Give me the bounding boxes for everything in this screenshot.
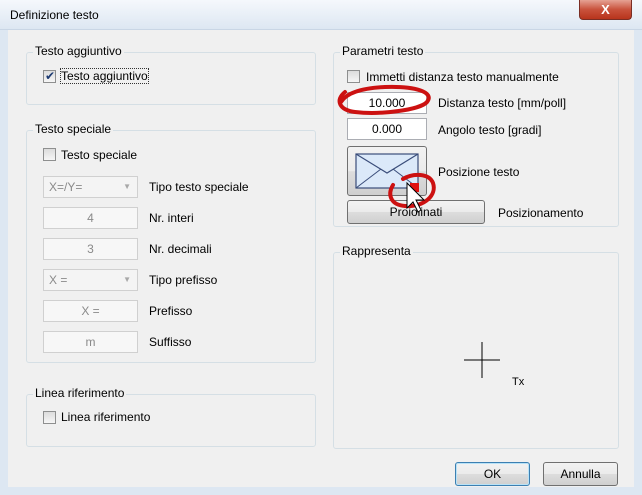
tipo-testo-speciale-value: X=/Y= — [49, 180, 83, 194]
tipo-prefisso-value: X = — [49, 273, 68, 287]
tipo-prefisso-select[interactable]: X = ▼ — [43, 269, 138, 291]
testo-aggiuntivo-label: Testo aggiuntivo — [60, 68, 149, 84]
nr-decimali-label: Nr. decimali — [149, 242, 212, 256]
posizionamento-label: Posizionamento — [498, 206, 584, 220]
nr-interi-field[interactable]: 4 — [43, 207, 138, 229]
testo-speciale-label: Testo speciale — [61, 148, 138, 162]
group-title-testo-speciale: Testo speciale — [33, 122, 114, 136]
testo-speciale-checkbox[interactable] — [43, 148, 56, 161]
linea-riferimento-label: Linea riferimento — [61, 410, 151, 424]
ok-button[interactable]: OK — [455, 462, 530, 486]
cancel-button[interactable]: Annulla — [543, 462, 618, 486]
window-frame-left — [0, 30, 8, 495]
group-title-linea-riferimento: Linea riferimento — [33, 386, 127, 400]
preview-text: Tx — [512, 376, 525, 388]
prefisso-field[interactable]: X = — [43, 300, 138, 322]
group-title-testo-aggiuntivo: Testo aggiuntivo — [33, 44, 124, 58]
tipo-testo-speciale-label: Tipo testo speciale — [149, 180, 249, 194]
crosshair-icon — [464, 342, 500, 378]
close-button[interactable]: X — [579, 0, 632, 20]
annotation-overlay — [337, 84, 436, 213]
suffisso-label: Suffisso — [149, 335, 192, 349]
tipo-testo-speciale-select[interactable]: X=/Y= ▼ — [43, 176, 138, 198]
prefisso-label: Prefisso — [149, 304, 193, 318]
window-frame-bottom — [0, 487, 642, 495]
linea-riferimento-checkbox[interactable] — [43, 411, 56, 424]
window-title: Definizione testo — [10, 8, 99, 22]
tipo-prefisso-label: Tipo prefisso — [149, 273, 218, 287]
window-frame-right — [634, 30, 642, 495]
nr-decimali-field[interactable]: 3 — [43, 238, 138, 260]
group-title-parametri-testo: Parametri testo — [340, 44, 426, 58]
chevron-down-icon: ▼ — [123, 275, 131, 284]
nr-interi-label: Nr. interi — [149, 211, 194, 225]
suffisso-field[interactable]: m — [43, 331, 138, 353]
annotation-circle — [337, 84, 431, 115]
testo-aggiuntivo-checkbox[interactable] — [43, 69, 56, 83]
chevron-down-icon: ▼ — [123, 182, 131, 191]
